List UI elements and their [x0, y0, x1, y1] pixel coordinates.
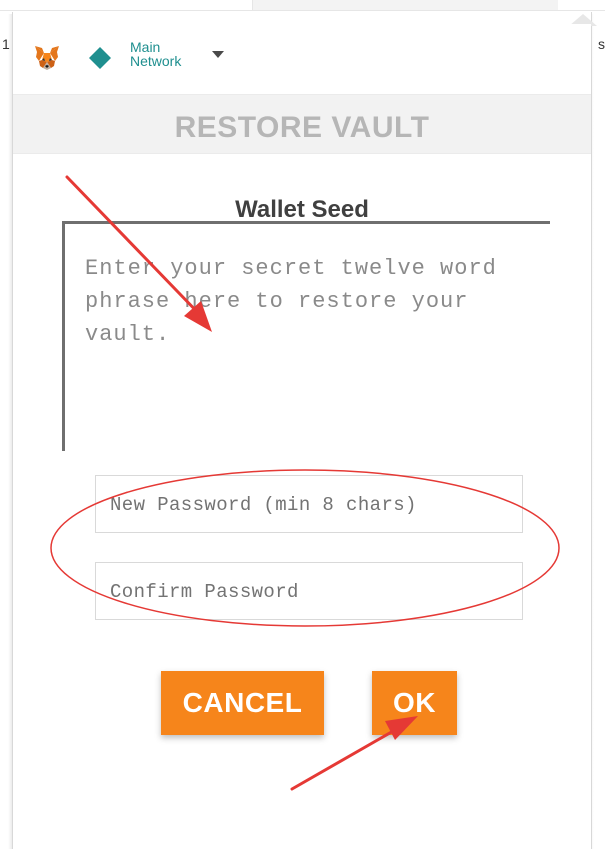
cancel-button[interactable]: CANCEL: [161, 671, 324, 735]
background-page-text: s: [598, 36, 605, 52]
new-password-placeholder: New Password (min 8 chars): [110, 494, 417, 516]
wallet-seed-textarea[interactable]: Enter your secret twelve word phrase her…: [62, 221, 550, 451]
confirm-password-placeholder: Confirm Password: [110, 581, 299, 603]
extension-popup: Main Network RESTORE VAULT Wallet Seed E…: [12, 12, 597, 849]
ok-button[interactable]: OK: [372, 671, 457, 735]
wallet-seed-label: Wallet Seed: [235, 196, 369, 223]
page-title-bar: RESTORE VAULT: [13, 94, 591, 154]
network-name-line2: Network: [130, 53, 182, 69]
metamask-fox-icon[interactable]: [33, 44, 61, 72]
new-password-input[interactable]: New Password (min 8 chars): [95, 475, 523, 533]
network-diamond-icon[interactable]: [89, 47, 111, 69]
browser-address-strip: [252, 0, 558, 10]
page-title: RESTORE VAULT: [174, 111, 430, 144]
network-selector[interactable]: Main Network: [130, 40, 210, 68]
chevron-down-icon[interactable]: [212, 51, 224, 58]
wallet-seed-placeholder: Enter your secret twelve word phrase her…: [85, 256, 497, 347]
confirm-password-input[interactable]: Confirm Password: [95, 562, 523, 620]
